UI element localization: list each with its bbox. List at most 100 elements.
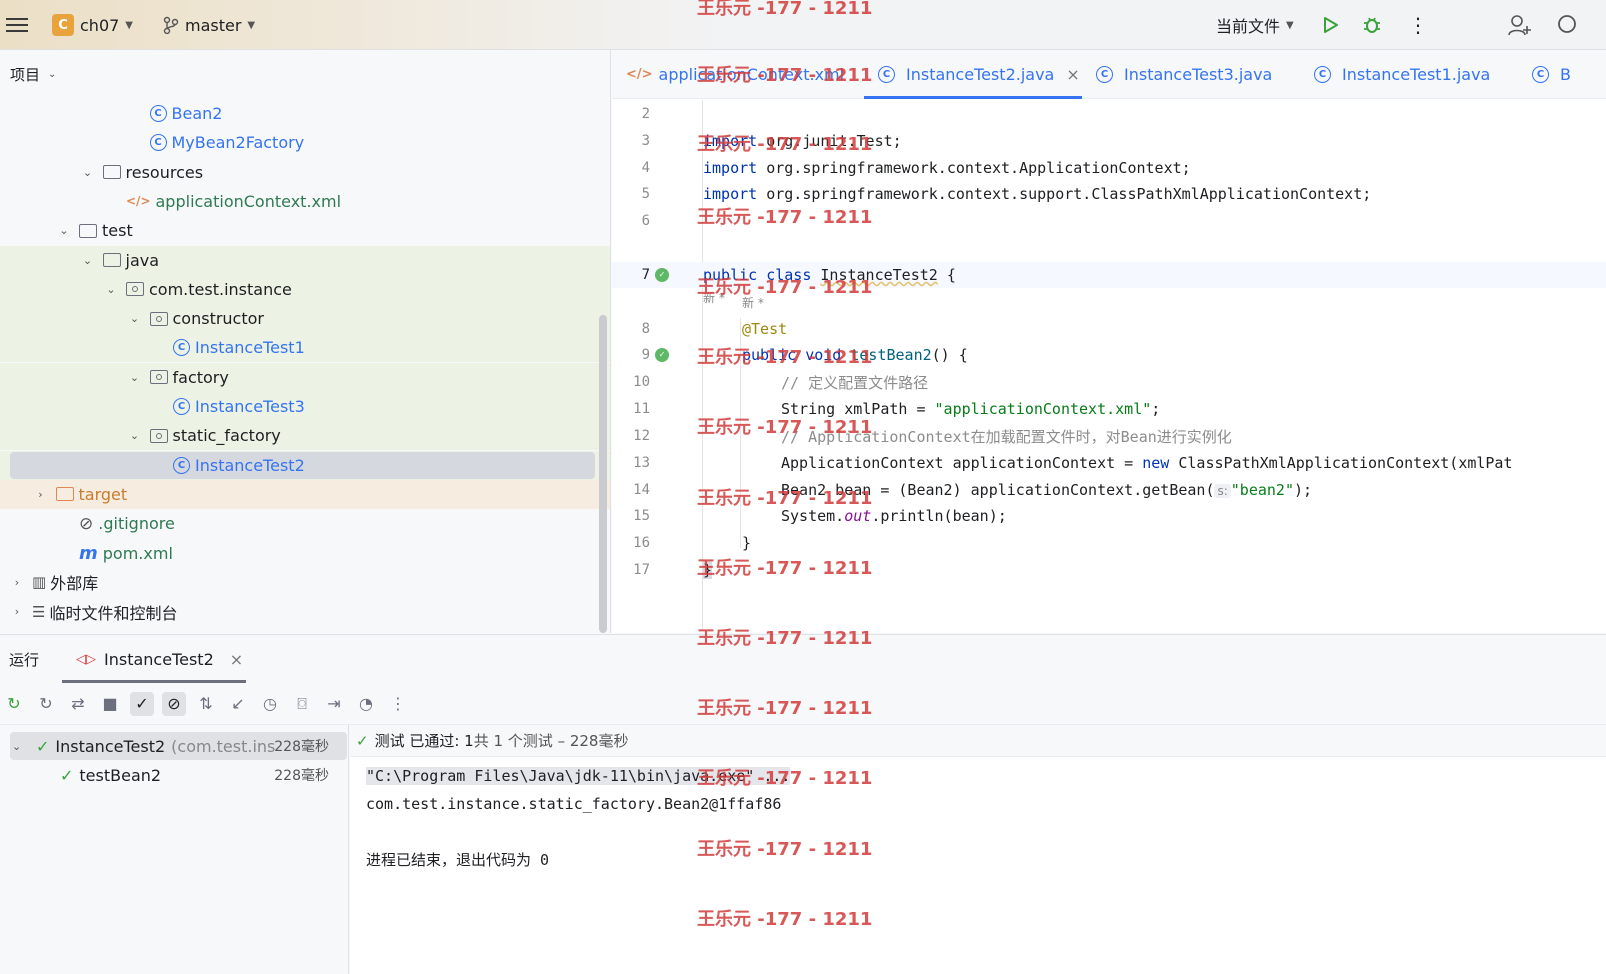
tree-item[interactable]: C MyBean2Factory xyxy=(0,128,610,157)
run-tab-instancetest2[interactable]: ◁▷ InstanceTest2 × xyxy=(76,650,243,669)
tree-item[interactable]: ⊘ .gitignore xyxy=(0,509,610,538)
tree-item[interactable]: ⌄ com.test.instance xyxy=(0,274,610,304)
chevron-right-icon[interactable]: › xyxy=(34,488,48,501)
tab-overflow[interactable]: C B xyxy=(1532,50,1571,99)
class-name: InstanceTest2 xyxy=(820,266,938,284)
run-config-selector[interactable]: 当前文件 ▼ xyxy=(1216,0,1294,50)
tree-item-label: constructor xyxy=(172,309,265,329)
line-number: 12 xyxy=(633,428,650,444)
debug-button[interactable] xyxy=(1362,0,1382,50)
run-toolbar: ↻ ↻ ⇄ ■ ✓ ⊘ ⇅ ↙ ◷ ⌼ ⇥ ◔ ⋮ xyxy=(0,683,1606,725)
code-line[interactable]: 12 // ApplicationContext在加载配置文件时，对Bean进行实… xyxy=(612,423,1606,449)
tree-item[interactable]: ⌄ constructor xyxy=(0,304,610,334)
test-tree-row[interactable]: ⌄ ✓ InstanceTest2 (com.test.inst 228毫秒 xyxy=(0,732,349,760)
code-line[interactable]: 9 ✓ public void testBean2() { xyxy=(612,342,1606,368)
code-line[interactable]: 5 import org.springframework.context.supp… xyxy=(612,181,1606,207)
line-number: 11 xyxy=(633,401,650,417)
chevron-down-icon[interactable]: ⌄ xyxy=(81,166,95,179)
add-user-button[interactable] xyxy=(1508,0,1532,50)
code-text: System. xyxy=(781,507,845,525)
tree-item[interactable]: › ▥ 外部库 xyxy=(0,568,610,597)
search-button[interactable] xyxy=(1556,0,1578,50)
chevron-down-icon[interactable]: ⌄ xyxy=(128,371,142,384)
import-icon[interactable]: ⇥ xyxy=(322,692,346,716)
toggle-auto-test-icon[interactable]: ⇄ xyxy=(66,692,90,716)
tab-instancetest3-java[interactable]: C InstanceTest3.java xyxy=(1096,50,1272,99)
project-panel-header[interactable]: 项目 ⌄ xyxy=(0,50,610,99)
more-options-button[interactable]: ⋮ xyxy=(1408,0,1428,50)
project-selector[interactable]: C ch07 ▼ xyxy=(52,0,133,50)
code-line[interactable]: 13 ApplicationContext applicationContext … xyxy=(612,450,1606,476)
close-icon[interactable]: × xyxy=(230,650,243,669)
main-menu-button[interactable] xyxy=(6,0,28,50)
chevron-down-icon[interactable]: ⌄ xyxy=(57,224,71,237)
chevron-down-icon[interactable]: ⌄ xyxy=(104,283,118,296)
code-line[interactable]: 4 import org.springframework.context.Appl… xyxy=(612,155,1606,181)
branch-selector[interactable]: master ▼ xyxy=(163,0,255,50)
keyword: import xyxy=(703,159,758,177)
stop-icon[interactable]: ■ xyxy=(98,692,122,716)
rerun-failed-icon[interactable]: ↻ xyxy=(34,692,58,716)
test-tree-row[interactable]: ✓ testBean2 228毫秒 xyxy=(0,761,349,789)
tree-item[interactable]: ⌄ test xyxy=(0,216,610,245)
code-line[interactable]: 15 System.out.println(bean); xyxy=(612,503,1606,529)
tree-item-label: Bean2 xyxy=(171,104,223,123)
keyword: import xyxy=(703,185,758,203)
code-line[interactable]: 17} xyxy=(612,557,1606,583)
code-line[interactable]: 6 xyxy=(612,208,1606,234)
chevron-down-icon[interactable]: ⌄ xyxy=(81,254,95,267)
chevron-right-icon[interactable]: › xyxy=(10,576,24,589)
line-number: 10 xyxy=(633,374,650,390)
project-tree-scrollbar[interactable] xyxy=(599,315,607,633)
chevron-down-icon[interactable]: ⌄ xyxy=(128,429,142,442)
package-icon xyxy=(149,370,168,385)
camera-icon[interactable]: ⌼ xyxy=(290,692,314,716)
run-test-gutter-icon[interactable]: ✓ xyxy=(655,268,669,282)
code-line[interactable]: 3 import org.junit.Test; xyxy=(612,128,1606,154)
tab-label: InstanceTest2.java xyxy=(906,65,1055,84)
tree-item[interactable]: ⌄ java xyxy=(0,245,610,275)
tree-item[interactable]: C InstanceTest2 xyxy=(0,450,610,480)
tree-item[interactable]: </> applicationContext.xml xyxy=(0,187,610,216)
rerun-icon[interactable]: ↻ xyxy=(2,692,26,716)
show-passed-icon[interactable]: ✓ xyxy=(130,691,154,716)
coverage-icon[interactable]: ◔ xyxy=(354,692,378,716)
tab-instancetest2-java[interactable]: C InstanceTest2.java × xyxy=(878,50,1080,99)
class-icon: C xyxy=(173,398,190,415)
collapse-icon[interactable]: ↙ xyxy=(226,692,250,716)
close-icon[interactable]: × xyxy=(1066,65,1079,84)
xml-file-icon: </> xyxy=(626,67,653,82)
tree-item[interactable]: › target xyxy=(0,479,610,509)
tab-instancetest1-java[interactable]: C InstanceTest1.java xyxy=(1314,50,1490,99)
code-line[interactable]: 11 String xmlPath = "applicationContext.x… xyxy=(612,396,1606,422)
code-line[interactable]: 2 xyxy=(612,101,1606,127)
code-line[interactable]: 10 // 定义配置文件路径 xyxy=(612,369,1606,395)
code-text: ClassPathXmlApplicationContext(xmlPat xyxy=(1169,454,1513,472)
tree-item[interactable]: m pom.xml xyxy=(0,539,610,568)
console-output[interactable]: ✓ 测试 已通过: 1 共 1 个测试 – 228毫秒 "C:\Program … xyxy=(350,725,1606,974)
code-line-current[interactable]: 7 ✓ public class InstanceTest2 { xyxy=(612,262,1606,288)
tree-item[interactable]: ⌄ resources xyxy=(0,158,610,187)
chevron-right-icon[interactable]: › xyxy=(10,605,24,618)
run-test-gutter-icon[interactable]: ✓ xyxy=(655,348,669,362)
code-line[interactable]: 14 Bean2 bean = (Bean2) applicationContex… xyxy=(612,477,1606,503)
tree-item-label: applicationContext.xml xyxy=(155,191,342,211)
tree-item[interactable]: › ☰ 临时文件和控制台 xyxy=(0,597,610,626)
code-line[interactable]: 8 @Test xyxy=(612,316,1606,342)
tree-item[interactable]: ⌄ static_factory xyxy=(0,421,610,451)
sort-icon[interactable]: ⇅ xyxy=(194,692,218,716)
show-ignored-icon[interactable]: ⊘ xyxy=(162,691,186,716)
tree-item[interactable]: C InstanceTest3 xyxy=(0,392,610,421)
test-duration: 228毫秒 xyxy=(274,768,329,784)
more-vertical-icon: ⋮ xyxy=(1408,13,1428,37)
tree-item[interactable]: C Bean2 xyxy=(0,99,610,128)
keyword: class xyxy=(766,266,812,284)
run-button[interactable] xyxy=(1320,0,1340,50)
tree-item[interactable]: C InstanceTest1 xyxy=(0,333,610,363)
code-line[interactable]: 16} xyxy=(612,530,1606,556)
history-icon[interactable]: ◷ xyxy=(258,692,282,716)
more-vertical-icon[interactable]: ⋮ xyxy=(386,692,410,716)
chevron-down-icon[interactable]: ⌄ xyxy=(128,312,142,325)
tree-item[interactable]: ⌄ factory xyxy=(0,362,610,392)
tab-applicationcontext-xml[interactable]: </> applicationContext.xml xyxy=(626,50,844,99)
